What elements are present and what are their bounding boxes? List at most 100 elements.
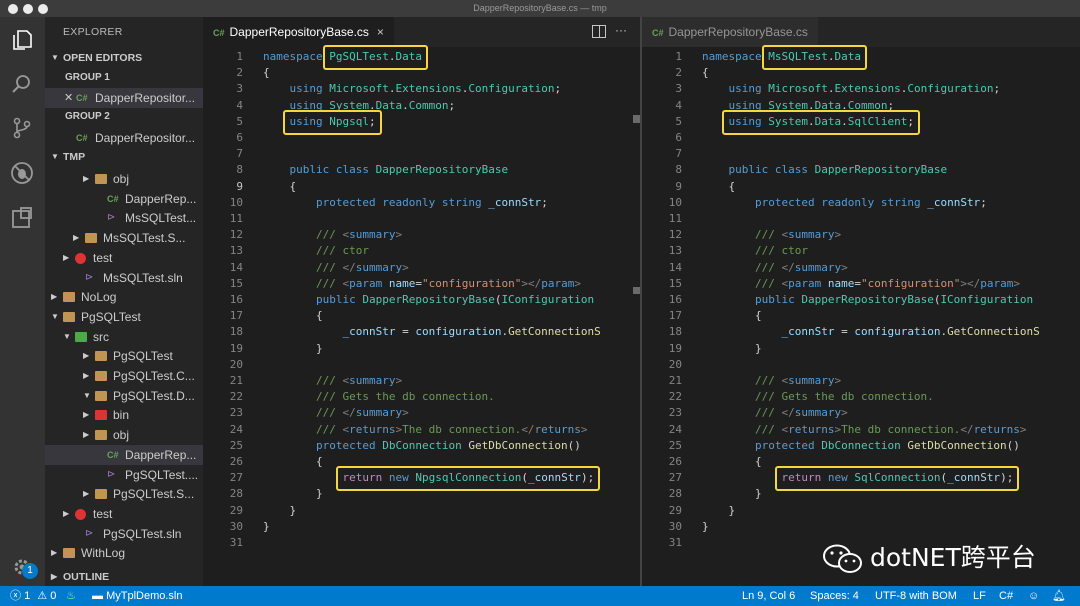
code-line[interactable]: { bbox=[702, 179, 736, 195]
tree-item[interactable]: ▶ WithLog bbox=[45, 543, 203, 563]
open-editor-group2-file[interactable]: C# DapperRepositor... bbox=[45, 128, 203, 148]
code-line[interactable]: } bbox=[702, 486, 762, 502]
problems-indicator[interactable]: ⓧ 1 ⚠ 0 bbox=[10, 586, 56, 606]
tree-item[interactable]: ▶ PgSQLTest.S... bbox=[45, 484, 203, 504]
chevron-down-icon[interactable]: ▼ bbox=[83, 386, 91, 406]
encoding[interactable]: UTF-8 with BOM bbox=[875, 586, 957, 606]
split-editor-icon[interactable] bbox=[592, 25, 606, 38]
chevron-right-icon[interactable]: ▶ bbox=[83, 405, 89, 425]
editor-pane-right[interactable]: C# DapperRepositoryBase.cs 1 namespace MsS… bbox=[642, 17, 1080, 586]
chevron-right-icon[interactable]: ▶ bbox=[63, 248, 69, 268]
tree-item[interactable]: ▶ test bbox=[45, 504, 203, 524]
code-line[interactable]: /// </summary> bbox=[702, 260, 848, 276]
code-line[interactable]: } bbox=[263, 503, 297, 519]
debug-icon[interactable] bbox=[9, 160, 35, 186]
code-line[interactable]: /// Gets the db connection. bbox=[702, 389, 934, 405]
tree-item[interactable]: ▼ src bbox=[45, 327, 203, 347]
chevron-right-icon[interactable]: ▶ bbox=[83, 366, 89, 386]
code-line[interactable]: public class DapperRepositoryBase bbox=[263, 162, 509, 178]
outline-section[interactable]: ▶ OUTLINE bbox=[45, 567, 203, 587]
chevron-right-icon[interactable]: ▶ bbox=[83, 346, 89, 366]
code-line[interactable]: } bbox=[263, 486, 323, 502]
tree-item[interactable]: ▶ bin bbox=[45, 405, 203, 425]
code-line[interactable]: /// <returns>The db connection.</returns… bbox=[702, 422, 1027, 438]
bell-icon[interactable]: 🔔︎ bbox=[1052, 586, 1066, 606]
code-line[interactable]: /// <summary> bbox=[263, 373, 402, 389]
more-actions-icon[interactable]: ··· bbox=[615, 23, 627, 37]
chevron-right-icon[interactable]: ▶ bbox=[51, 287, 57, 307]
tree-item[interactable]: C# DapperRep... bbox=[45, 189, 203, 209]
code-line[interactable]: using Microsoft.Extensions.Configuration… bbox=[702, 81, 1001, 97]
chevron-right-icon[interactable]: ▶ bbox=[51, 543, 57, 563]
tree-item[interactable]: ▶ test bbox=[45, 248, 203, 268]
chevron-right-icon[interactable]: ▶ bbox=[83, 425, 89, 445]
tree-item[interactable]: ⊳ MsSQLTest... bbox=[45, 208, 203, 228]
chevron-down-icon[interactable]: ▼ bbox=[51, 307, 59, 327]
code-line[interactable]: } bbox=[263, 341, 323, 357]
code-line[interactable]: { bbox=[263, 454, 323, 470]
code-line[interactable]: protected readonly string _connStr; bbox=[263, 195, 548, 211]
tree-item[interactable]: ▶ obj bbox=[45, 425, 203, 445]
tree-item[interactable]: C# DapperRep... bbox=[45, 444, 203, 465]
code-line[interactable]: /// <summary> bbox=[702, 227, 841, 243]
explorer-icon[interactable] bbox=[9, 27, 35, 53]
code-line[interactable]: public class DapperRepositoryBase bbox=[702, 162, 948, 178]
code-line[interactable]: } bbox=[263, 519, 270, 535]
code-line[interactable]: { bbox=[702, 308, 762, 324]
open-editors-section[interactable]: ▼ OPEN EDITORS bbox=[45, 48, 203, 68]
tree-item[interactable]: ▼ PgSQLTest bbox=[45, 307, 203, 327]
code-line[interactable]: { bbox=[263, 179, 297, 195]
tree-item[interactable]: ⊳ PgSQLTest.... bbox=[45, 465, 203, 485]
tree-item[interactable]: ▶ PgSQLTest bbox=[45, 346, 203, 366]
chevron-right-icon[interactable]: ▶ bbox=[63, 504, 69, 524]
solution-indicator[interactable]: ▬ MyTplDemo.sln bbox=[92, 586, 182, 606]
close-icon[interactable]: ✕ bbox=[64, 88, 73, 108]
chevron-down-icon[interactable]: ▼ bbox=[63, 327, 71, 347]
code-line[interactable]: /// Gets the db connection. bbox=[263, 389, 495, 405]
chevron-right-icon[interactable]: ▶ bbox=[83, 484, 89, 504]
chevron-right-icon[interactable]: ▶ bbox=[73, 228, 79, 248]
indentation[interactable]: Spaces: 4 bbox=[810, 586, 859, 606]
code-line[interactable]: /// </summary> bbox=[263, 405, 409, 421]
code-line[interactable]: } bbox=[702, 519, 709, 535]
code-line[interactable]: protected DbConnection GetDbConnection() bbox=[702, 438, 1020, 454]
code-line[interactable]: /// </summary> bbox=[263, 260, 409, 276]
code-line[interactable]: _connStr = configuration.GetConnectionS bbox=[702, 324, 1039, 340]
tree-item[interactable]: ▼ PgSQLTest.D... bbox=[45, 386, 203, 406]
code-line[interactable]: /// ctor bbox=[263, 243, 369, 259]
code-line[interactable]: using Microsoft.Extensions.Configuration… bbox=[263, 81, 562, 97]
chevron-right-icon[interactable]: ▶ bbox=[83, 169, 89, 189]
cursor-position[interactable]: Ln 9, Col 6 bbox=[742, 586, 795, 606]
extensions-icon[interactable] bbox=[9, 205, 35, 231]
tree-item[interactable]: ▶ NoLog bbox=[45, 287, 203, 307]
code-line[interactable]: { bbox=[263, 308, 323, 324]
code-line[interactable]: } bbox=[702, 341, 762, 357]
code-line[interactable]: _connStr = configuration.GetConnectionS bbox=[263, 324, 600, 340]
tree-item[interactable]: ⊳ MsSQLTest.sln bbox=[45, 268, 203, 288]
code-line[interactable]: /// <param name="configuration"></param> bbox=[702, 276, 1020, 292]
tab-dapper-repository-base[interactable]: C# DapperRepositoryBase.cs × bbox=[203, 17, 394, 47]
code-line[interactable]: /// </summary> bbox=[702, 405, 848, 421]
tab-dapper-repository-base[interactable]: C# DapperRepositoryBase.cs bbox=[642, 17, 818, 47]
code-line[interactable]: /// ctor bbox=[702, 243, 808, 259]
code-line[interactable]: /// <summary> bbox=[263, 227, 402, 243]
flame-icon[interactable]: ♨ bbox=[66, 586, 76, 606]
code-line[interactable]: } bbox=[702, 503, 736, 519]
tree-item[interactable]: ▶ MsSQLTest.S... bbox=[45, 228, 203, 248]
code-line[interactable]: /// <returns>The db connection.</returns… bbox=[263, 422, 588, 438]
tree-item[interactable]: ⊳ PgSQLTest.sln bbox=[45, 524, 203, 544]
open-editor-group1-file[interactable]: ✕ C# DapperRepositor... bbox=[45, 88, 203, 108]
code-line[interactable]: protected DbConnection GetDbConnection() bbox=[263, 438, 581, 454]
language-mode[interactable]: C# bbox=[999, 586, 1013, 606]
tree-item[interactable]: ▶ obj bbox=[45, 169, 203, 189]
code-line[interactable]: { bbox=[263, 65, 270, 81]
tmp-section[interactable]: ▼ TMP bbox=[45, 147, 203, 167]
source-control-icon[interactable] bbox=[9, 115, 35, 141]
close-icon[interactable]: × bbox=[377, 25, 384, 39]
code-line[interactable]: public DapperRepositoryBase(IConfigurati… bbox=[702, 292, 1033, 308]
code-line[interactable]: /// <summary> bbox=[702, 373, 841, 389]
tree-item[interactable]: ▶ PgSQLTest.C... bbox=[45, 366, 203, 386]
feedback-icon[interactable]: ☺ bbox=[1028, 586, 1039, 606]
search-icon[interactable] bbox=[9, 71, 35, 97]
end-of-line[interactable]: LF bbox=[973, 586, 986, 606]
